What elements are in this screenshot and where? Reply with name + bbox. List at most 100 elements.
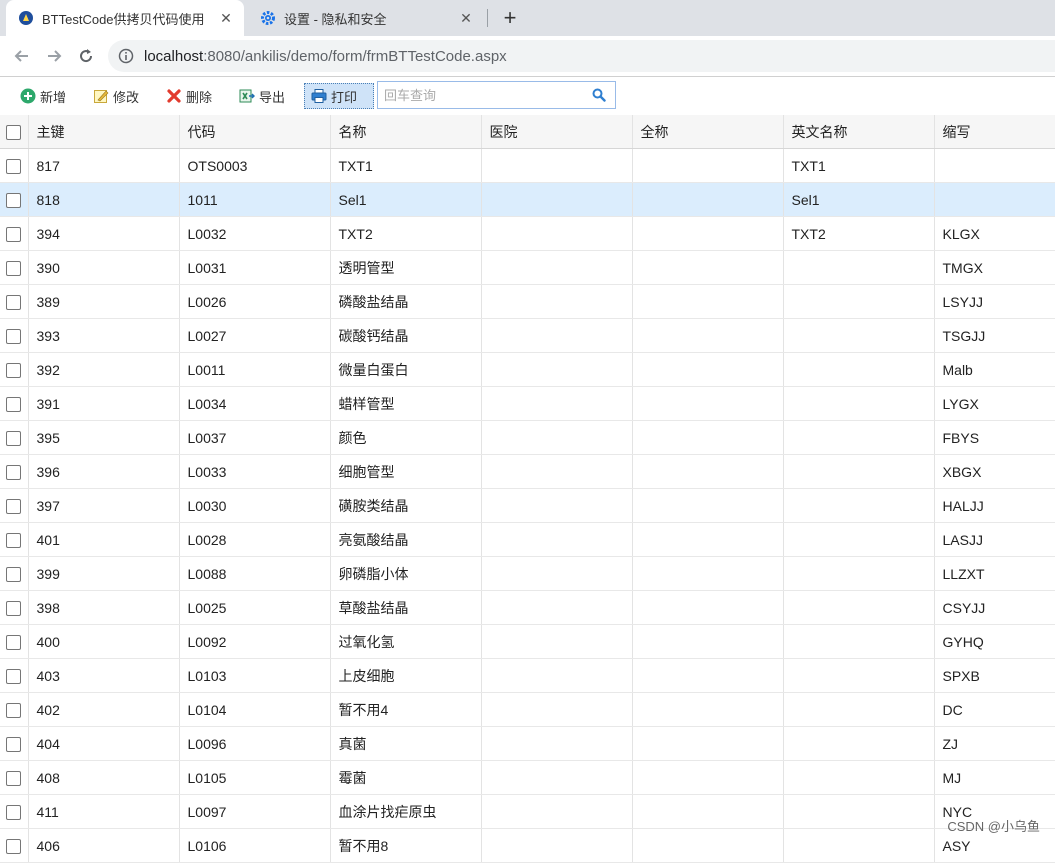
table-row[interactable]: 393 L0027 碳酸钙结晶 TSGJJ bbox=[0, 318, 1055, 353]
table-cell[interactable]: LASJJ bbox=[934, 522, 1055, 557]
table-cell[interactable] bbox=[632, 488, 784, 523]
table-cell[interactable] bbox=[481, 284, 633, 319]
table-cell[interactable]: 397 bbox=[28, 488, 180, 523]
table-cell[interactable]: 403 bbox=[28, 658, 180, 693]
table-cell[interactable] bbox=[783, 420, 935, 455]
table-cell[interactable]: 血涂片找疟原虫 bbox=[330, 794, 482, 829]
table-cell[interactable] bbox=[632, 692, 784, 727]
row-checkbox[interactable] bbox=[6, 838, 22, 854]
table-cell[interactable]: 暂不用4 bbox=[330, 692, 482, 727]
table-cell[interactable]: 蜡样管型 bbox=[330, 386, 482, 421]
table-cell[interactable]: L0037 bbox=[179, 420, 331, 455]
table-cell[interactable]: TXT2 bbox=[783, 216, 935, 251]
table-cell[interactable]: DC bbox=[934, 692, 1055, 727]
table-cell[interactable] bbox=[481, 828, 633, 863]
table-row[interactable]: 397 L0030 磺胺类结晶 HALJJ bbox=[0, 488, 1055, 523]
table-row[interactable]: 391 L0034 蜡样管型 LYGX bbox=[0, 386, 1055, 421]
back-arrow-icon[interactable] bbox=[10, 44, 34, 68]
table-cell[interactable] bbox=[783, 522, 935, 557]
delete-button[interactable]: 删除 bbox=[166, 83, 212, 109]
table-cell[interactable] bbox=[632, 454, 784, 489]
table-row[interactable]: 395 L0037 颜色 FBYS bbox=[0, 420, 1055, 455]
row-checkbox[interactable] bbox=[6, 736, 22, 752]
table-cell[interactable]: 草酸盐结晶 bbox=[330, 590, 482, 625]
table-row[interactable]: 390 L0031 透明管型 TMGX bbox=[0, 250, 1055, 285]
table-cell[interactable]: TXT2 bbox=[330, 216, 482, 251]
address-bar[interactable]: localhost:8080/ankilis/demo/form/frmBTTe… bbox=[108, 40, 1055, 72]
table-cell[interactable]: 406 bbox=[28, 828, 180, 863]
table-cell[interactable] bbox=[481, 760, 633, 795]
table-cell[interactable]: L0025 bbox=[179, 590, 331, 625]
table-cell[interactable] bbox=[632, 182, 784, 217]
table-cell[interactable] bbox=[632, 556, 784, 591]
table-cell[interactable] bbox=[632, 420, 784, 455]
table-cell[interactable]: HALJJ bbox=[934, 488, 1055, 523]
table-cell[interactable]: L0030 bbox=[179, 488, 331, 523]
table-cell[interactable] bbox=[481, 454, 633, 489]
table-cell[interactable]: 390 bbox=[28, 250, 180, 285]
table-cell[interactable]: 401 bbox=[28, 522, 180, 557]
table-cell[interactable]: 颜色 bbox=[330, 420, 482, 455]
table-cell[interactable]: SPXB bbox=[934, 658, 1055, 693]
close-icon[interactable]: ✕ bbox=[456, 8, 476, 28]
row-checkbox[interactable] bbox=[6, 770, 22, 786]
table-row[interactable]: 403 L0103 上皮细胞 SPXB bbox=[0, 658, 1055, 693]
column-header[interactable]: 名称 bbox=[330, 115, 482, 149]
table-cell[interactable]: LLZXT bbox=[934, 556, 1055, 591]
table-cell[interactable]: Sel1 bbox=[330, 182, 482, 217]
table-cell[interactable] bbox=[783, 624, 935, 659]
reload-icon[interactable] bbox=[74, 44, 98, 68]
table-cell[interactable]: L0027 bbox=[179, 318, 331, 353]
table-cell[interactable]: L0103 bbox=[179, 658, 331, 693]
table-cell[interactable]: KLGX bbox=[934, 216, 1055, 251]
table-cell[interactable]: 磺胺类结晶 bbox=[330, 488, 482, 523]
table-cell[interactable]: L0097 bbox=[179, 794, 331, 829]
row-checkbox[interactable] bbox=[6, 702, 22, 718]
table-cell[interactable] bbox=[783, 692, 935, 727]
table-row[interactable]: 411 L0097 血涂片找疟原虫 NYC bbox=[0, 794, 1055, 829]
table-cell[interactable]: 微量白蛋白 bbox=[330, 352, 482, 387]
table-cell[interactable] bbox=[481, 488, 633, 523]
table-cell[interactable]: 霉菌 bbox=[330, 760, 482, 795]
table-cell[interactable]: 卵磷脂小体 bbox=[330, 556, 482, 591]
table-cell[interactable]: 392 bbox=[28, 352, 180, 387]
table-cell[interactable] bbox=[632, 386, 784, 421]
table-cell[interactable] bbox=[632, 284, 784, 319]
table-cell[interactable] bbox=[632, 148, 784, 183]
table-row[interactable]: 398 L0025 草酸盐结晶 CSYJJ bbox=[0, 590, 1055, 625]
column-header[interactable]: 英文名称 bbox=[783, 115, 935, 149]
table-cell[interactable]: 399 bbox=[28, 556, 180, 591]
table-cell[interactable]: 402 bbox=[28, 692, 180, 727]
table-cell[interactable] bbox=[632, 624, 784, 659]
table-cell[interactable] bbox=[481, 352, 633, 387]
search-icon[interactable] bbox=[589, 85, 609, 105]
table-cell[interactable] bbox=[632, 794, 784, 829]
table-cell[interactable] bbox=[481, 794, 633, 829]
table-cell[interactable]: GYHQ bbox=[934, 624, 1055, 659]
new-tab-plus-icon[interactable]: + bbox=[498, 5, 522, 30]
table-cell[interactable]: 817 bbox=[28, 148, 180, 183]
tab-settings[interactable]: 设置 - 隐私和安全 ✕ bbox=[248, 0, 484, 36]
table-row[interactable]: 401 L0028 亮氨酸结晶 LASJJ bbox=[0, 522, 1055, 557]
edit-button[interactable]: 修改 bbox=[93, 83, 139, 109]
table-cell[interactable]: LYGX bbox=[934, 386, 1055, 421]
table-cell[interactable]: 真菌 bbox=[330, 726, 482, 761]
table-cell[interactable]: L0096 bbox=[179, 726, 331, 761]
table-cell[interactable] bbox=[783, 488, 935, 523]
table-cell[interactable]: Malb bbox=[934, 352, 1055, 387]
table-cell[interactable]: 398 bbox=[28, 590, 180, 625]
table-cell[interactable] bbox=[632, 318, 784, 353]
table-cell[interactable]: 过氧化氢 bbox=[330, 624, 482, 659]
table-row[interactable]: 399 L0088 卵磷脂小体 LLZXT bbox=[0, 556, 1055, 591]
table-cell[interactable]: L0088 bbox=[179, 556, 331, 591]
table-cell[interactable] bbox=[632, 590, 784, 625]
table-cell[interactable]: L0106 bbox=[179, 828, 331, 863]
row-checkbox[interactable] bbox=[6, 226, 22, 242]
table-cell[interactable]: L0105 bbox=[179, 760, 331, 795]
table-cell[interactable]: 393 bbox=[28, 318, 180, 353]
search-input[interactable] bbox=[378, 82, 589, 108]
close-icon[interactable]: ✕ bbox=[216, 8, 236, 28]
table-cell[interactable]: TSGJJ bbox=[934, 318, 1055, 353]
table-row[interactable]: 392 L0011 微量白蛋白 Malb bbox=[0, 352, 1055, 387]
table-cell[interactable]: 404 bbox=[28, 726, 180, 761]
